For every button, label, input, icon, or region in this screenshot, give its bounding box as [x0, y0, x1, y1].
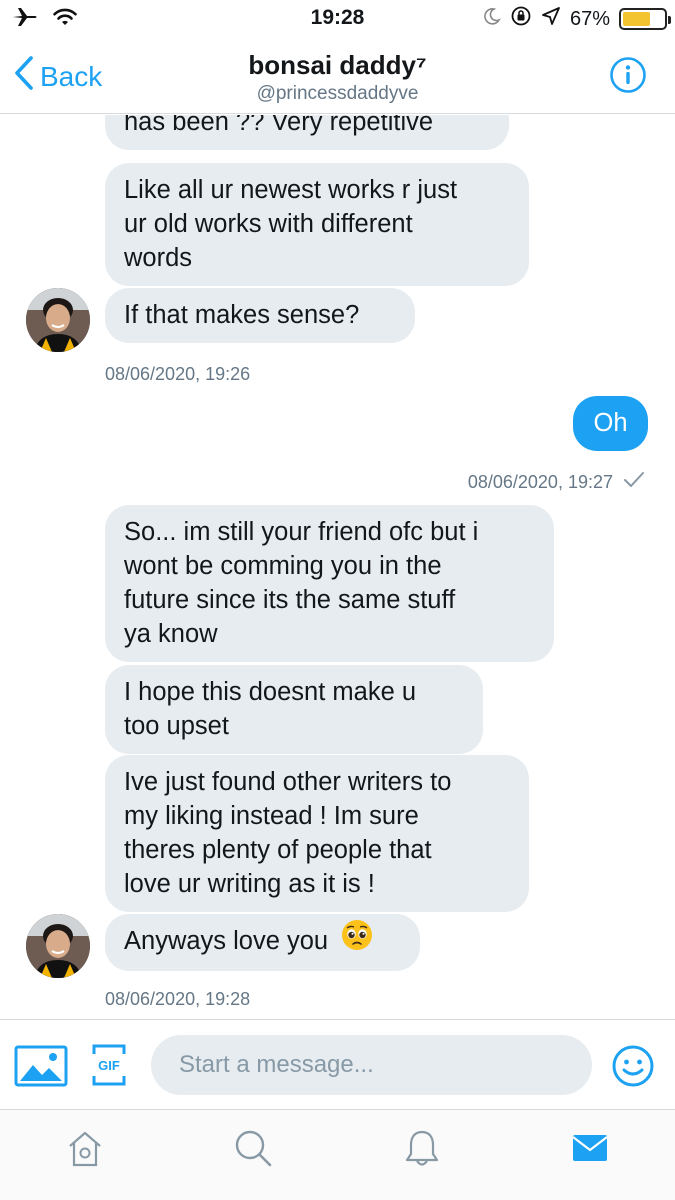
message-line: ur old works with different — [124, 210, 413, 238]
conversation-header: Back bonsai daddy⁷ @princessdaddyve — [0, 38, 675, 114]
battery-level — [623, 12, 650, 26]
message-timestamp: 08/06/2020, 19:26 — [105, 364, 251, 384]
smiley-icon — [611, 1045, 655, 1092]
gif-label: GIF — [98, 1058, 120, 1073]
message-thread[interactable]: has been ?? Very repetitive Like all ur … — [0, 115, 675, 1019]
location-icon — [541, 6, 561, 32]
battery-icon — [619, 8, 671, 30]
tab-messages[interactable] — [566, 1126, 614, 1174]
orientation-lock-icon — [510, 5, 532, 33]
gif-icon: GIF — [92, 1044, 126, 1086]
message-line: Anyways love you — [124, 927, 329, 955]
message-composer: GIF — [0, 1019, 675, 1109]
status-bar: 19:28 67% — [0, 0, 675, 38]
message-line: Oh — [593, 409, 628, 437]
sent-status: 08/06/2020, 19:27 — [468, 471, 645, 494]
message-timestamp: 08/06/2020, 19:27 — [467, 472, 613, 492]
avatar[interactable] — [26, 914, 90, 978]
bell-icon — [401, 1127, 443, 1174]
message-bubble[interactable]: I hope this doesnt make u too upset — [105, 665, 483, 754]
home-icon — [64, 1127, 106, 1174]
image-icon — [14, 1045, 68, 1091]
emoji-button[interactable] — [611, 1044, 655, 1093]
message-bubble[interactable]: Anyways love you — [105, 914, 420, 971]
mail-icon — [572, 1133, 608, 1168]
message-line: love ur writing as it is ! — [124, 870, 375, 898]
checkmark-icon — [623, 471, 645, 494]
message-line: too upset — [124, 712, 229, 740]
tab-bar — [0, 1109, 675, 1200]
message-line: Like all ur newest works r just — [124, 176, 458, 204]
moon-icon — [483, 7, 501, 31]
message-bubble[interactable]: So... im still your friend ofc but i won… — [105, 505, 554, 662]
message-input[interactable] — [151, 1035, 592, 1095]
info-button[interactable] — [609, 56, 647, 99]
message-line: has been ?? Very repetitive — [124, 115, 434, 136]
message-timestamp: 08/06/2020, 19:28 — [105, 989, 251, 1009]
message-line: If that makes sense? — [124, 301, 360, 329]
avatar[interactable] — [26, 288, 90, 352]
tab-home[interactable] — [61, 1126, 109, 1174]
message-line: words — [124, 244, 193, 272]
message-line: wont be comming you in the — [124, 552, 442, 580]
message-bubble-sent[interactable]: Oh — [573, 396, 648, 451]
message-bubble[interactable]: If that makes sense? — [105, 288, 415, 343]
conversation-handle: @princessdaddyve — [256, 83, 419, 104]
message-line: Ive just found other writers to — [124, 768, 452, 796]
search-icon — [232, 1127, 274, 1174]
message-line: future since its the same stuff — [124, 586, 456, 614]
conversation-title: bonsai daddy⁷ — [248, 50, 427, 80]
message-line: I hope this doesnt make u — [124, 678, 417, 706]
message-bubble[interactable]: has been ?? Very repetitive — [105, 115, 509, 150]
message-line: ya know — [124, 620, 218, 648]
add-photo-button[interactable] — [14, 1045, 68, 1092]
message-bubble[interactable]: Ive just found other writers to my likin… — [105, 755, 529, 912]
tab-notifications[interactable] — [398, 1126, 446, 1174]
message-line: So... im still your friend ofc but i — [124, 518, 479, 546]
message-bubble[interactable]: Like all ur newest works r just ur old w… — [105, 163, 529, 286]
gif-button[interactable]: GIF — [92, 1044, 126, 1086]
pleading-face-emoji — [341, 919, 373, 960]
tab-search[interactable] — [229, 1126, 277, 1174]
message-line: theres plenty of people that — [124, 836, 432, 864]
battery-percent: 67% — [569, 7, 610, 30]
message-line: my liking instead ! Im sure — [124, 802, 419, 830]
info-icon — [609, 57, 647, 98]
